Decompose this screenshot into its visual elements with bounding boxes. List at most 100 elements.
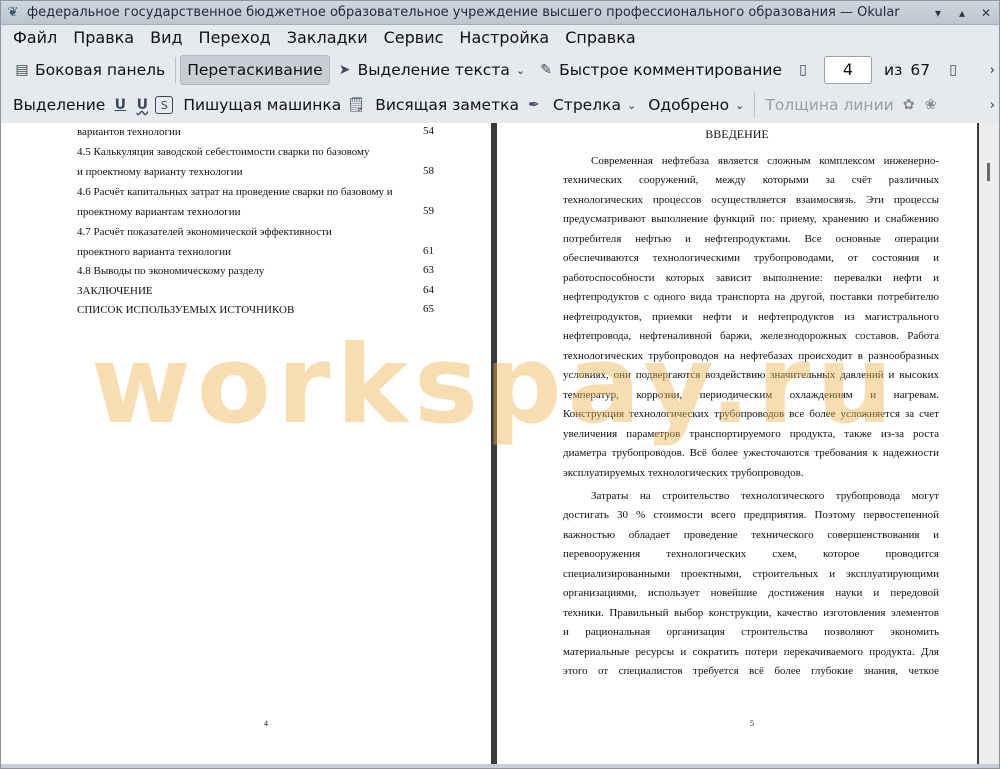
toolbar-separator bbox=[175, 57, 177, 83]
minimize-icon[interactable]: ▾ bbox=[929, 4, 947, 22]
toc-entry: проектного варианта технологии bbox=[77, 246, 232, 258]
underline-icon[interactable]: U bbox=[111, 96, 129, 114]
page-number: 4 bbox=[264, 719, 268, 728]
menu-bookmarks[interactable]: Закладки bbox=[279, 25, 376, 51]
menu-file[interactable]: Файл bbox=[5, 25, 65, 51]
squiggly-underline-icon[interactable]: U bbox=[133, 96, 151, 114]
paragraph-line: материальные ресурсы и сократить потери … bbox=[563, 646, 939, 658]
of-label: из bbox=[884, 61, 903, 79]
paragraph-line: условиях, они подвергаются воздействию з… bbox=[563, 369, 939, 381]
paragraph-line: увеличения параметров транспортируемого … bbox=[563, 428, 939, 440]
hanging-note-button[interactable]: Висящая заметка bbox=[369, 90, 525, 120]
paragraph-line: технических сооружений, между которыми з… bbox=[563, 174, 939, 186]
toc-entry: 4.5 Калькуляция заводской себестоимости … bbox=[77, 146, 370, 158]
paragraph-line: потребителя нефтью и нефтепродуктами. Вс… bbox=[563, 233, 939, 245]
section-heading: ВВЕДЕНИЕ bbox=[705, 127, 769, 141]
paragraph-line: диаметра трубопроводов. Всё более ужесто… bbox=[563, 447, 939, 459]
cursor-icon: ➤ bbox=[338, 62, 351, 78]
strikeout-icon[interactable]: S bbox=[155, 96, 174, 114]
arrow-tool-icon[interactable]: ✒ bbox=[525, 96, 543, 114]
okular-window: ❦ федеральное государственное бюджетное … bbox=[0, 0, 1000, 769]
chevron-down-icon[interactable]: ⌄ bbox=[627, 99, 636, 112]
hanging-note-label: Висящая заметка bbox=[375, 96, 519, 114]
paragraph-line: температур, коррозии, периодическим охла… bbox=[563, 389, 939, 401]
maximize-icon[interactable]: ▴ bbox=[953, 4, 971, 22]
close-icon[interactable]: ✕ bbox=[977, 4, 995, 22]
page-5: ВВЕДЕНИЕ Современная нефтебаза является … bbox=[497, 123, 977, 764]
pen-icon: ✎ bbox=[540, 62, 552, 78]
toolbar-separator bbox=[754, 92, 756, 118]
paragraph-line: технологических процессов осуществляется… bbox=[563, 194, 939, 206]
paragraph-line: организациями, использует новейшие дости… bbox=[563, 587, 939, 599]
scrollbar-thumb[interactable] bbox=[987, 163, 990, 181]
toc-entry: 4.7 Расчёт показателей экономической эфф… bbox=[77, 226, 332, 238]
line-width-button[interactable]: Толщина линии bbox=[759, 90, 899, 120]
chevron-down-icon[interactable]: ⌄ bbox=[735, 99, 744, 112]
page-number-input[interactable]: 4 bbox=[824, 56, 872, 84]
toc-page: 64 bbox=[423, 284, 434, 296]
paragraph-line: этого от специалистов требуется всё боле… bbox=[563, 665, 939, 677]
text-select-button[interactable]: ➤ Выделение текста ⌄ bbox=[330, 55, 531, 85]
typewriter-label: Пишущая машинка bbox=[183, 96, 342, 114]
opacity-icon[interactable]: ❀ bbox=[922, 96, 940, 114]
paragraph-line: достигать 30 % стоимости всего предприят… bbox=[563, 509, 939, 521]
menu-edit[interactable]: Правка bbox=[65, 25, 142, 51]
paragraph-line: нефтепродуктов с одного вида транспорта … bbox=[563, 291, 939, 303]
paragraph-line: технологических трубопроводов на нефтеба… bbox=[563, 350, 939, 362]
sidebar-label: Боковая панель bbox=[35, 61, 166, 79]
arrow-label: Стрелка bbox=[552, 96, 621, 114]
menu-help[interactable]: Справка bbox=[557, 25, 644, 51]
paragraph-line: важностью обладает проведение техническо… bbox=[563, 529, 939, 541]
annotation-toolbar: Выделение U U S Пишущая машинка 🗒 Висяща… bbox=[1, 88, 999, 122]
arrow-button[interactable]: Стрелка ⌄ bbox=[547, 90, 642, 120]
toc-page: 59 bbox=[423, 205, 434, 217]
paragraph-line: эксплуатируемых технологических трубопро… bbox=[563, 467, 804, 479]
previous-page-icon[interactable]: ▯ bbox=[794, 61, 812, 79]
toc-entry: 4.6 Расчёт капитальных затрат на проведе… bbox=[77, 186, 393, 198]
paragraph-line: перевооружения технологических схем, кот… bbox=[563, 548, 939, 560]
stamp-button[interactable]: Одобрено ⌄ bbox=[642, 90, 750, 120]
toc-page: 61 bbox=[423, 245, 434, 257]
menu-go[interactable]: Переход bbox=[191, 25, 279, 51]
page-number: 5 bbox=[750, 719, 754, 728]
menu-view[interactable]: Вид bbox=[142, 25, 190, 51]
menu-settings[interactable]: Настройка bbox=[451, 25, 557, 51]
note-icon[interactable]: 🗒 bbox=[347, 96, 365, 114]
quick-comment-button[interactable]: ✎ Быстрое комментирование bbox=[531, 55, 788, 85]
drag-mode-label: Перетаскивание bbox=[187, 61, 323, 79]
toc-entry: и проектному варианту технологии bbox=[77, 166, 243, 178]
select-label: Выделение bbox=[13, 96, 106, 114]
paragraph-line: нефтепровода, нефтеналивной баржи, желез… bbox=[563, 330, 939, 342]
toc-page: 63 bbox=[423, 264, 434, 276]
paragraph-line: техники. Правильный выбор конструкции, к… bbox=[563, 607, 939, 619]
total-pages: 67 bbox=[910, 61, 931, 79]
paragraph-line: и рациональная организация строительства… bbox=[563, 626, 939, 638]
menu-tools[interactable]: Сервис bbox=[376, 25, 452, 51]
document-view[interactable]: вариантов технологии 54 4.5 Калькуляция … bbox=[1, 123, 999, 764]
sidebar-icon: ▤ bbox=[15, 62, 29, 78]
toolbar-overflow-icon[interactable]: › bbox=[990, 63, 995, 78]
quick-comment-label: Быстрое комментирование bbox=[559, 61, 782, 79]
menu-bar: Файл Правка Вид Переход Закладки Сервис … bbox=[1, 25, 999, 51]
toc-entry: СПИСОК ИСПОЛЬЗУЕМЫХ ИСТОЧНИКОВ bbox=[77, 304, 295, 316]
paragraph-line: предусматривают выполнение функций по: п… bbox=[563, 213, 939, 225]
toc-entry: 4.8 Выводы по экономическому разделу bbox=[77, 265, 265, 277]
paragraph-line: специализированными проектными, строител… bbox=[563, 568, 939, 580]
chevron-down-icon[interactable]: ⌄ bbox=[516, 64, 525, 77]
line-width-label: Толщина линии bbox=[765, 96, 894, 114]
text-select-label: Выделение текста bbox=[357, 61, 510, 79]
sidebar-button[interactable]: ▤ Боковая панель bbox=[7, 55, 171, 85]
paragraph-line: работоспособности которых зависит выполн… bbox=[563, 272, 939, 284]
drag-mode-button[interactable]: Перетаскивание bbox=[180, 55, 330, 85]
toc-page: 58 bbox=[423, 165, 434, 177]
color-icon[interactable]: ✿ bbox=[900, 96, 918, 114]
toolbar-overflow-icon[interactable]: › bbox=[990, 98, 995, 113]
select-button[interactable]: Выделение bbox=[7, 90, 111, 120]
scrollbar[interactable] bbox=[979, 123, 999, 764]
main-toolbar: ▤ Боковая панель Перетаскивание ➤ Выделе… bbox=[1, 53, 999, 87]
next-page-icon[interactable]: ▯ bbox=[944, 61, 962, 79]
toc-page: 54 bbox=[423, 125, 434, 137]
paragraph-line: Конструкция технологических трубопроводо… bbox=[563, 408, 939, 420]
typewriter-button[interactable]: Пишущая машинка bbox=[177, 90, 347, 120]
paragraph-line: Затраты на строительство технологическог… bbox=[591, 490, 939, 502]
